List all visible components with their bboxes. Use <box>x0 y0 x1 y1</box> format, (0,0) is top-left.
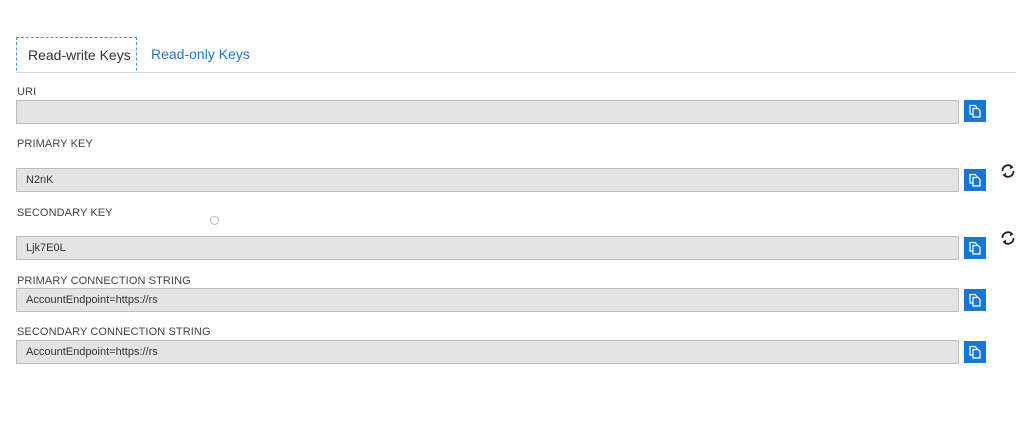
tab-bar-divider <box>16 72 1016 73</box>
secondary-connection-string-field-group: SECONDARY CONNECTION STRING <box>16 326 1024 366</box>
secondary-key-input[interactable] <box>16 236 959 260</box>
copy-icon <box>969 104 981 118</box>
copy-secondary-connection-string-button[interactable] <box>964 341 986 363</box>
copy-icon <box>969 345 981 359</box>
copy-primary-key-button[interactable] <box>964 169 986 191</box>
copy-secondary-key-button[interactable] <box>964 237 986 259</box>
refresh-icon <box>1001 164 1015 178</box>
primary-key-field-group: PRIMARY KEY <box>16 138 1024 194</box>
regenerate-secondary-key-button[interactable] <box>997 227 1019 249</box>
uri-label: URI <box>17 86 37 98</box>
secondary-key-field-group: SECONDARY KEY <box>16 207 1024 263</box>
primary-connection-string-input[interactable] <box>16 288 959 312</box>
secondary-connection-string-label: SECONDARY CONNECTION STRING <box>17 326 211 338</box>
secondary-connection-string-input[interactable] <box>16 340 959 364</box>
copy-primary-connection-string-button[interactable] <box>964 289 986 311</box>
copy-icon <box>969 241 981 255</box>
primary-connection-string-label: PRIMARY CONNECTION STRING <box>17 275 191 287</box>
tab-read-only-keys[interactable]: Read-only Keys <box>150 37 250 71</box>
copy-uri-button[interactable] <box>964 100 986 122</box>
tab-read-write-keys[interactable]: Read-write Keys <box>16 37 137 71</box>
uri-input[interactable] <box>16 100 959 124</box>
primary-key-input[interactable] <box>16 168 959 192</box>
secondary-key-label: SECONDARY KEY <box>17 207 113 219</box>
primary-key-label: PRIMARY KEY <box>17 138 93 150</box>
copy-icon <box>969 173 981 187</box>
copy-icon <box>969 293 981 307</box>
regenerate-primary-key-button[interactable] <box>997 160 1019 182</box>
status-dot <box>210 216 219 225</box>
uri-field-group: URI <box>16 86 1024 126</box>
primary-connection-string-field-group: PRIMARY CONNECTION STRING <box>16 275 1024 315</box>
keys-tab-bar: Read-write Keys Read-only Keys <box>16 37 1016 73</box>
refresh-icon <box>1001 231 1015 245</box>
